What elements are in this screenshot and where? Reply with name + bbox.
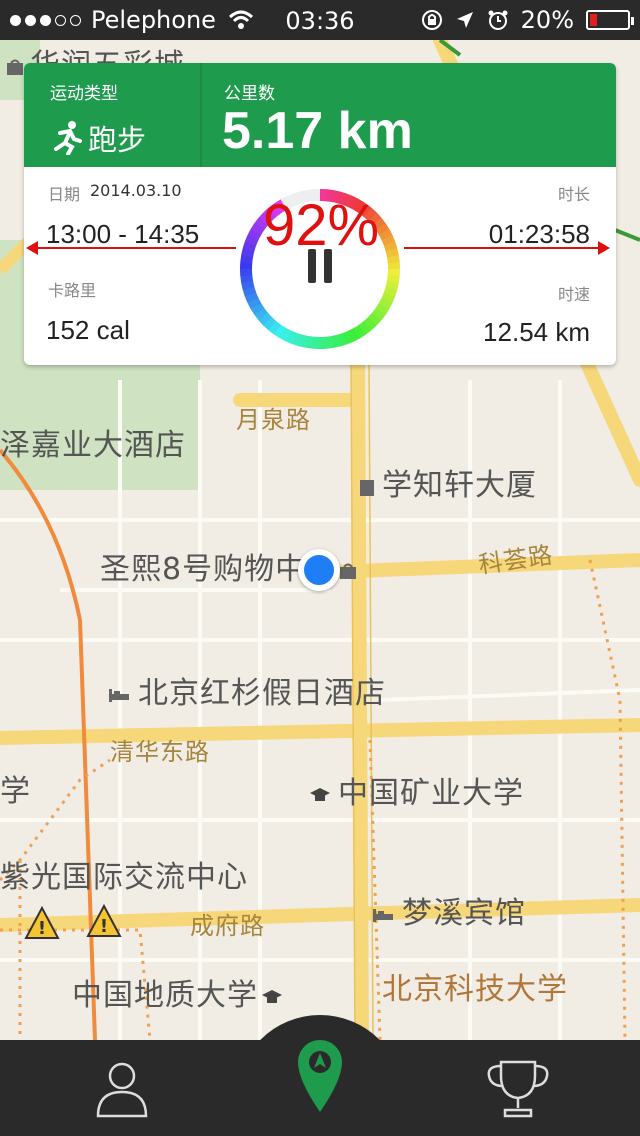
progress-ring-segment <box>244 291 259 303</box>
tab-bar <box>0 1040 640 1136</box>
map-label-hongshan-hotel: 北京红杉假日酒店 <box>104 668 386 712</box>
progress-ring-segment <box>240 254 254 264</box>
progress-ring-segment <box>241 280 255 290</box>
person-icon <box>96 1062 148 1118</box>
graduation-cap-icon <box>310 787 330 801</box>
speed-label: 时速 <box>557 285 590 304</box>
wifi-icon <box>228 10 253 29</box>
progress-ring-segment <box>279 327 292 342</box>
current-location-dot <box>298 549 340 591</box>
building-icon <box>360 479 374 496</box>
progress-ring-segment <box>336 332 348 347</box>
progress-ring-segment <box>375 302 390 316</box>
location-arrow-icon <box>456 12 473 28</box>
progress-ring-segment <box>331 334 341 348</box>
shopping-bag-icon <box>340 563 357 579</box>
tab-map[interactable] <box>260 1028 380 1124</box>
card-header: 运动类型 跑步 公里数 5.17 km <box>24 63 616 167</box>
calories-value: 152 cal <box>46 315 130 345</box>
progress-ring-segment <box>385 280 399 291</box>
activity-type-text: 跑步 <box>88 123 147 157</box>
battery-icon <box>586 10 634 30</box>
right-arrow-annotation <box>404 241 610 255</box>
progress-ring-segment <box>353 324 366 339</box>
map-label-geosciences-university: 中国地质大学 <box>72 970 290 1014</box>
progress-ring-segment <box>342 330 354 345</box>
distance-value: 5.17 km <box>222 102 413 160</box>
progress-percent: 92% <box>262 193 380 258</box>
tab-trophy[interactable] <box>458 1040 578 1136</box>
progress-ring-segment <box>367 312 382 327</box>
battery-percent: 20% <box>520 6 574 34</box>
graduation-cap-icon <box>262 989 282 1003</box>
left-arrow-annotation <box>26 241 236 255</box>
progress-ring-segment <box>378 297 393 310</box>
progress-ring-segment <box>348 327 360 342</box>
carrier-name: Pelephone <box>91 6 216 34</box>
date-label: 日期 <box>48 185 81 204</box>
date-value: 2014.03.10 <box>90 181 182 200</box>
bed-icon <box>373 908 393 922</box>
activity-type-value[interactable]: 跑步 <box>52 117 146 159</box>
map-label-mining-university: 中国矿业大学 <box>306 768 524 812</box>
progress-ring-segment <box>258 312 272 326</box>
speed-value: 12.54 km <box>483 317 590 347</box>
progress-ring-segment <box>285 330 297 345</box>
progress-ring-segment <box>250 302 265 315</box>
map-label-chengfu-road: 成府路 <box>190 912 265 940</box>
progress-ring-segment <box>291 332 303 347</box>
duration-label: 时长 <box>557 185 590 204</box>
progress-ring-segment <box>386 274 400 284</box>
progress-ring-segment <box>240 274 254 283</box>
map-label-hotel-jiaye: 泽嘉业大酒店 <box>0 428 186 463</box>
rotation-lock-icon <box>421 10 442 30</box>
progress-ring-segment <box>254 307 268 321</box>
map-label-xue: 学 <box>0 774 31 809</box>
status-bar: Pelephone 03:36 20% <box>0 0 640 40</box>
calories-label: 卡路里 <box>48 281 97 300</box>
time-range-value: 13:00 - 14:35 <box>46 219 200 249</box>
progress-ring-segment <box>381 292 396 304</box>
progress-ring-segment <box>386 255 400 264</box>
svg-text:!: ! <box>38 918 46 939</box>
tab-profile[interactable] <box>62 1040 182 1136</box>
map-label-xuezhixuan: 学知轩大厦 <box>356 460 537 504</box>
progress-ring-segment <box>242 285 257 297</box>
progress-ring-segment <box>268 320 282 335</box>
progress-ring-segment <box>273 324 287 339</box>
progress-ring-segment <box>247 297 262 309</box>
header-divider <box>200 63 202 167</box>
duration-value: 01:23:58 <box>488 219 590 249</box>
signal-strength-icon <box>10 14 81 26</box>
progress-ring-segment <box>262 316 277 331</box>
workout-stats-card: 运动类型 跑步 公里数 5.17 km 日期 2014.03.10 13:00 … <box>24 63 616 365</box>
bed-icon <box>109 688 129 702</box>
shopping-bag-icon <box>7 59 23 75</box>
alarm-clock-icon <box>488 10 508 30</box>
map-label-yuequan-road: 月泉路 <box>236 406 311 434</box>
trophy-icon <box>487 1060 549 1118</box>
map-label-ziguang-center: 紫光国际交流中心 <box>0 860 248 895</box>
progress-ring-segment <box>298 334 309 348</box>
svg-text:!: ! <box>100 916 108 937</box>
progress-ring-segment <box>371 307 386 321</box>
progress-ring-segment <box>363 317 377 331</box>
map-label-ustb: 北京科技大学 <box>382 972 568 1007</box>
map-label-mengxi-hotel: 梦溪宾馆 <box>368 888 526 932</box>
runner-icon <box>54 121 82 155</box>
activity-type-label: 运动类型 <box>50 84 118 104</box>
progress-ring-segment <box>325 335 334 349</box>
map-label-qinghua-east-road: 清华东路 <box>110 738 210 766</box>
progress-ring-segment <box>358 321 372 335</box>
location-pin-icon <box>298 1040 342 1112</box>
progress-ring-segment <box>383 286 398 298</box>
progress-ring-segment <box>305 335 315 349</box>
